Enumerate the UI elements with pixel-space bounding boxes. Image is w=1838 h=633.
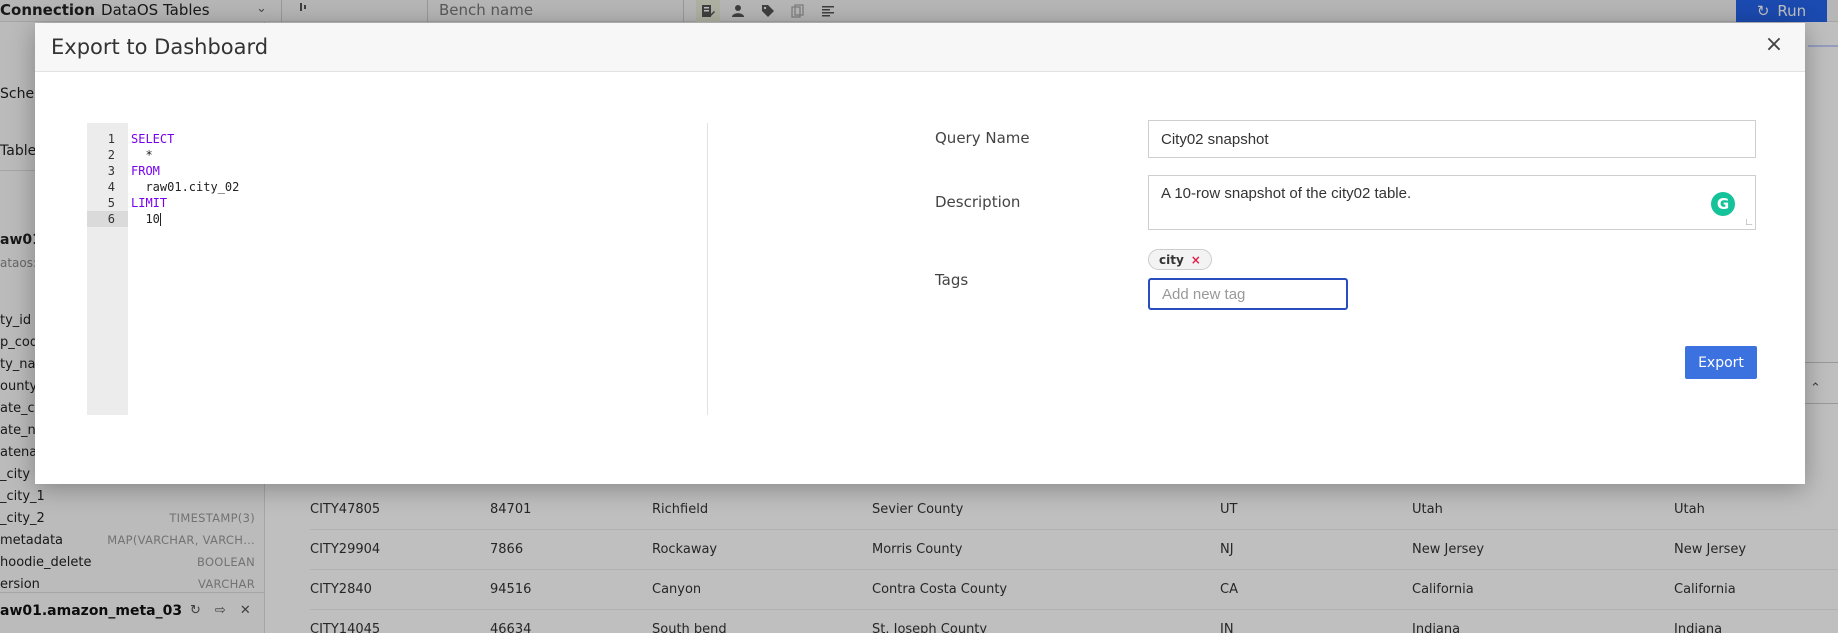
code-line[interactable]: LIMIT [131,195,167,211]
remove-tag-icon[interactable]: × [1191,253,1201,267]
description-value: A 10-row snapshot of the city02 table. [1161,185,1412,202]
description-textarea[interactable]: A 10-row snapshot of the city02 table. ∟ [1148,175,1756,230]
sql-token: * [145,148,153,162]
line-number: 1 [107,132,115,146]
line-number: 6 [87,211,128,227]
description-label: Description [935,193,1021,211]
code-line[interactable]: * [131,147,153,163]
line-number: 3 [107,164,115,178]
code-line[interactable]: FROM [131,163,160,179]
sql-keyword: LIMIT [131,196,168,210]
add-tag-input[interactable] [1148,278,1348,310]
panel-divider [707,123,708,415]
line-number: 4 [107,180,115,194]
sql-token: raw01.city_02 [145,180,240,194]
sql-keyword: FROM [131,164,160,178]
line-number: 2 [107,148,115,162]
code-line[interactable]: 10 [131,211,161,227]
code-line[interactable]: raw01.city_02 [131,179,239,195]
dialog-header: Export to Dashboard × [35,23,1805,72]
export-dialog: Export to Dashboard × 1 2 3 4 56 SELECT * FRO… [35,23,1805,484]
tags-label: Tags [935,271,969,289]
resize-handle-icon[interactable]: ∟ [1744,218,1754,228]
code-line[interactable]: SELECT [131,131,174,147]
sql-keyword: SELECT [131,132,175,146]
tag-chip: city × [1148,249,1212,270]
dialog-title: Export to Dashboard [51,35,269,59]
export-button[interactable]: Export [1685,346,1757,379]
sql-editor[interactable]: 1 2 3 4 56 SELECT * FROM raw01.city_02 LIMIT 1… [87,123,707,415]
query-name-label: Query Name [935,129,1030,147]
tag-label: city [1159,252,1184,267]
grammarly-icon[interactable]: G [1711,192,1735,216]
close-button[interactable]: × [1762,34,1786,58]
sql-token: 10 [145,212,160,226]
query-name-input[interactable]: City02 snapshot [1148,120,1756,158]
text-cursor [159,213,161,226]
line-number: 5 [107,196,115,210]
